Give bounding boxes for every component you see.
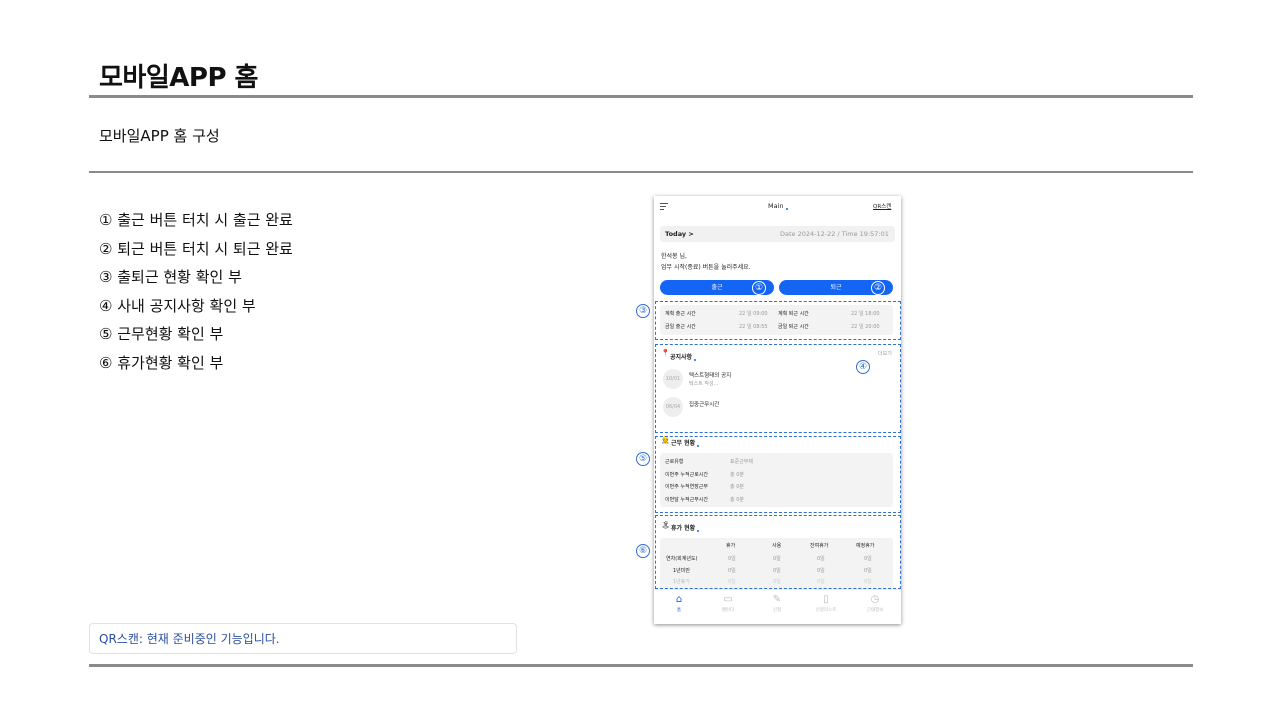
pencil-icon: ✎ bbox=[772, 594, 782, 605]
tab-request-list[interactable]: ▯ 신청리스트 bbox=[811, 593, 841, 613]
legend-item-notice: ④ 사내 공지사항 확인 부 bbox=[99, 296, 256, 315]
today-label[interactable]: Today > bbox=[665, 230, 694, 238]
highlight-attendance bbox=[655, 301, 901, 340]
page-subtitle: 모바일APP 홈 구성 bbox=[99, 127, 220, 145]
callout-5: ⑤ bbox=[636, 452, 650, 466]
subtitle-divider bbox=[89, 171, 1193, 173]
calendar-icon: ▭ bbox=[723, 594, 733, 605]
tab-calendar[interactable]: ▭ 캘린더 bbox=[713, 593, 743, 613]
bottom-tab-bar: ⌂ 홈 ▭ 캘린더 ✎ 신청 ▯ 신청리스트 ◷ 근태정보 bbox=[654, 589, 901, 624]
today-bar: Today > Date 2024-12-22 / Time 19:57:01 bbox=[660, 226, 895, 242]
tab-attendance-info[interactable]: ◷ 근태정보 bbox=[860, 593, 890, 613]
qr-notice: QR스캔: 현재 준비중인 기능입니다. bbox=[89, 623, 517, 654]
callout-4: ④ bbox=[856, 360, 870, 374]
today-datetime: Date 2024-12-22 / Time 19:57:01 bbox=[780, 230, 889, 238]
callout-3: ③ bbox=[636, 304, 650, 318]
legend-item-work: ⑤ 근무현황 확인 부 bbox=[99, 325, 224, 344]
legend-item-leave: ⑥ 휴가현황 확인 부 bbox=[99, 353, 224, 372]
clock-icon: ◷ bbox=[870, 594, 880, 605]
highlight-work bbox=[655, 436, 901, 513]
tab-request[interactable]: ✎ 신청 bbox=[762, 593, 792, 613]
legend-item-checkin: ① 출근 버튼 터치 시 출근 완료 bbox=[99, 211, 293, 229]
header-title: Main bbox=[768, 202, 788, 210]
page-title: 모바일APP 홈 bbox=[99, 63, 258, 93]
tab-home[interactable]: ⌂ 홈 bbox=[664, 593, 694, 613]
callout-2: ② bbox=[871, 281, 885, 295]
callout-6: ⑥ bbox=[636, 544, 650, 558]
callout-1: ① bbox=[752, 281, 766, 295]
feature-legend: ① 출근 버튼 터치 시 출근 완료 ② 퇴근 버튼 터치 시 퇴근 완료 ③ … bbox=[99, 209, 293, 381]
title-divider bbox=[89, 95, 1193, 98]
bottom-divider bbox=[89, 664, 1193, 667]
legend-item-checkout: ② 퇴근 버튼 터치 시 퇴근 완료 bbox=[99, 239, 293, 258]
greeting-name: 한석봉 님, bbox=[661, 253, 687, 260]
qr-scan-link[interactable]: QR스캔 bbox=[873, 202, 891, 210]
home-icon: ⌂ bbox=[675, 594, 683, 605]
menu-icon[interactable] bbox=[660, 203, 668, 212]
greeting-message: 업무 시작(종료) 버튼을 눌러주세요. bbox=[661, 264, 751, 271]
legend-item-attendance: ③ 출퇴근 현황 확인 부 bbox=[99, 268, 242, 287]
document-icon: ▯ bbox=[823, 594, 829, 605]
highlight-leave bbox=[655, 515, 901, 589]
highlight-notice bbox=[655, 344, 901, 433]
